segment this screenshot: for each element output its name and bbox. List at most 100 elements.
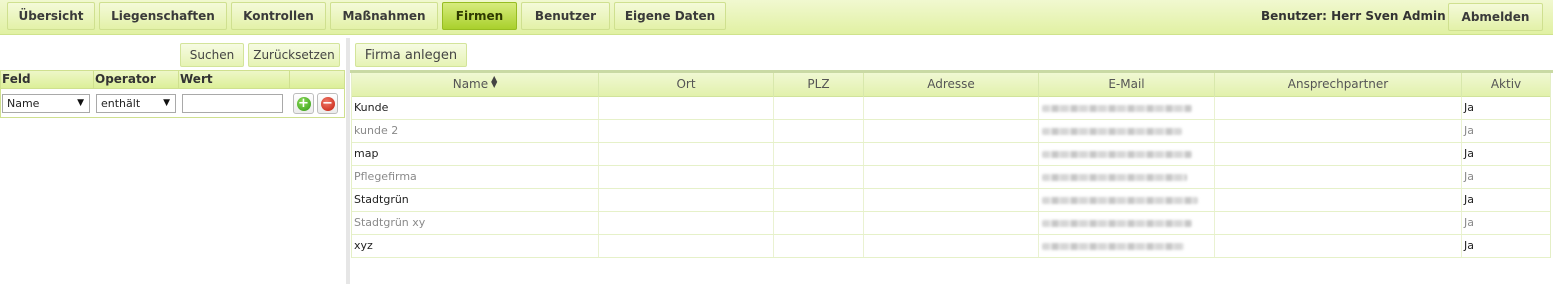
cell-plz xyxy=(774,166,864,188)
redacted-email xyxy=(1042,151,1192,158)
cell-name: kunde 2 xyxy=(352,120,599,142)
cell-name: Stadtgrün xyxy=(352,189,599,211)
tab-benutzer[interactable]: Benutzer xyxy=(521,2,610,30)
reset-button[interactable]: Zurücksetzen xyxy=(248,43,340,67)
tab-eigene-daten[interactable]: Eigene Daten xyxy=(614,2,726,30)
cell-adresse xyxy=(864,235,1039,257)
add-filter-button[interactable]: + xyxy=(293,93,314,114)
redacted-email xyxy=(1042,174,1187,181)
filter-header-field: Feld xyxy=(1,71,94,89)
cell-aktiv: Ja xyxy=(1464,170,1474,183)
cell-aktiv: Ja xyxy=(1464,193,1474,206)
table-row[interactable]: Stadtgrün xy Ja xyxy=(352,212,1550,235)
cell-aktiv: Ja xyxy=(1464,216,1474,229)
cell-email xyxy=(1039,235,1215,257)
tab-firmen[interactable]: Firmen xyxy=(442,2,517,30)
cell-plz xyxy=(774,235,864,257)
cell-plz xyxy=(774,97,864,119)
cell-aktiv: Ja xyxy=(1464,124,1474,137)
tab-liegenschaften[interactable]: Liegenschaften xyxy=(99,2,227,30)
column-header-name[interactable]: Name ▲ ▼ xyxy=(352,73,599,97)
cell-email xyxy=(1039,97,1215,119)
cell-ansprechpartner xyxy=(1215,143,1462,165)
redacted-email xyxy=(1042,243,1184,250)
column-header-ansprechpartner[interactable]: Ansprechpartner xyxy=(1215,73,1462,97)
cell-adresse xyxy=(864,212,1039,234)
cell-adresse xyxy=(864,166,1039,188)
cell-adresse xyxy=(864,189,1039,211)
tab-uebersicht[interactable]: Übersicht xyxy=(7,2,95,30)
tab-kontrollen[interactable]: Kontrollen xyxy=(231,2,326,30)
create-company-button[interactable]: Firma anlegen xyxy=(355,43,467,67)
cell-name: Pflegefirma xyxy=(352,166,599,188)
cell-plz xyxy=(774,212,864,234)
cell-adresse xyxy=(864,97,1039,119)
cell-plz xyxy=(774,120,864,142)
filter-value-input[interactable] xyxy=(182,94,283,113)
cell-ansprechpartner xyxy=(1215,120,1462,142)
cell-email xyxy=(1039,143,1215,165)
tab-massnahmen[interactable]: Maßnahmen xyxy=(330,2,438,30)
column-header-name-label: Name xyxy=(452,77,489,91)
field-select[interactable]: Name ▼ xyxy=(2,94,90,113)
cell-name: xyz xyxy=(352,235,599,257)
cell-ort xyxy=(599,212,774,234)
column-header-ort[interactable]: Ort xyxy=(599,73,774,97)
redacted-email xyxy=(1042,220,1192,227)
cell-ansprechpartner xyxy=(1215,97,1462,119)
cell-ansprechpartner xyxy=(1215,189,1462,211)
remove-filter-button[interactable]: − xyxy=(317,93,338,114)
table-row[interactable]: Stadtgrün Ja xyxy=(352,189,1550,212)
cell-ansprechpartner xyxy=(1215,166,1462,188)
cell-adresse xyxy=(864,143,1039,165)
column-header-aktiv[interactable]: Aktiv xyxy=(1462,73,1550,97)
table-row[interactable]: kunde 2 Ja xyxy=(352,120,1550,143)
minus-circle-icon: − xyxy=(320,95,335,111)
cell-ort xyxy=(599,166,774,188)
top-navigation-bar: Übersicht Liegenschaften Kontrollen Maßn… xyxy=(0,0,1553,35)
filter-table: Feld Operator Wert Name ▼ enthält ▼ + − xyxy=(0,70,345,118)
filter-header-actions xyxy=(290,71,344,89)
filter-header-row: Feld Operator Wert xyxy=(1,71,344,89)
search-button[interactable]: Suchen xyxy=(180,43,244,67)
cell-plz xyxy=(774,143,864,165)
column-header-email[interactable]: E-Mail xyxy=(1039,73,1215,97)
redacted-email xyxy=(1042,105,1192,112)
redacted-email xyxy=(1042,197,1198,204)
cell-email xyxy=(1039,189,1215,211)
table-row[interactable]: Pflegefirma Ja xyxy=(352,166,1550,189)
table-row[interactable]: map Ja xyxy=(352,143,1550,166)
filter-header-operator: Operator xyxy=(94,71,179,89)
cell-ort xyxy=(599,235,774,257)
plus-circle-icon: + xyxy=(296,95,311,111)
cell-name: Kunde xyxy=(352,97,599,119)
logout-button[interactable]: Abmelden xyxy=(1448,3,1543,31)
cell-name: Stadtgrün xy xyxy=(352,212,599,234)
cell-aktiv: Ja xyxy=(1464,147,1474,160)
table-row[interactable]: Kunde Ja xyxy=(352,97,1550,120)
cell-ansprechpartner xyxy=(1215,235,1462,257)
redacted-email xyxy=(1042,128,1182,135)
cell-ort xyxy=(599,143,774,165)
cell-email xyxy=(1039,212,1215,234)
table-header-row: Name ▲ ▼ Ort PLZ Adresse E-Mail Ansprechpa… xyxy=(352,73,1550,97)
table-row[interactable]: xyz Ja xyxy=(352,235,1550,258)
sort-triangles-icon: ▲ ▼ xyxy=(491,74,498,89)
field-select-value: Name xyxy=(7,97,40,110)
cell-plz xyxy=(774,189,864,211)
cell-aktiv: Ja xyxy=(1464,239,1474,252)
cell-name: map xyxy=(352,143,599,165)
column-header-adresse[interactable]: Adresse xyxy=(864,73,1039,97)
companies-table: Name ▲ ▼ Ort PLZ Adresse E-Mail Ansprechpa… xyxy=(351,73,1551,258)
panel-splitter[interactable] xyxy=(346,38,350,284)
cell-ort xyxy=(599,120,774,142)
cell-ansprechpartner xyxy=(1215,212,1462,234)
chevron-down-icon: ▼ xyxy=(163,98,170,108)
column-header-plz[interactable]: PLZ xyxy=(774,73,864,97)
operator-select[interactable]: enthält ▼ xyxy=(96,94,176,113)
operator-select-value: enthält xyxy=(101,97,141,110)
chevron-down-icon: ▼ xyxy=(77,98,84,108)
cell-ort xyxy=(599,189,774,211)
filter-header-value: Wert xyxy=(179,71,290,89)
current-user-label: Benutzer: Herr Sven Admin xyxy=(1261,9,1446,23)
